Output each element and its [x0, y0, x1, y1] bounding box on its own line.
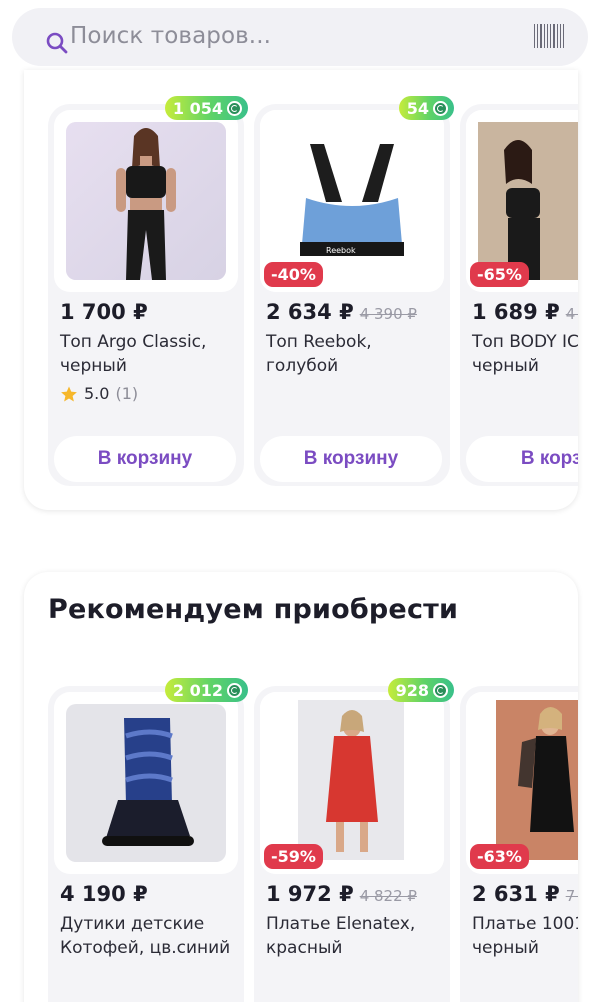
product-photo	[66, 122, 226, 280]
add-to-cart-button[interactable]: В корзи	[466, 436, 578, 482]
cashback-badge: 1 054	[164, 96, 248, 120]
product-card[interactable]: -65% 1 689 ₽ 4 8( Топ BODY IC( черный В …	[460, 104, 578, 486]
svg-text:Reebok: Reebok	[326, 246, 356, 255]
rating: 5.0 (1)	[60, 384, 138, 403]
coin-icon	[433, 682, 448, 698]
cashback-amount: 1 054	[172, 98, 223, 118]
rating-count: (1)	[115, 384, 139, 403]
price: 2 631 ₽	[472, 882, 560, 906]
products-carousel-1: 1 054 1 700 ₽ Топ Argo Classic, черный 5…	[24, 70, 578, 510]
old-price: 4 390 ₽	[359, 305, 417, 323]
product-card[interactable]: 1 054 1 700 ₽ Топ Argo Classic, черный 5…	[48, 96, 248, 486]
rating-value: 5.0	[84, 384, 110, 403]
price: 1 689 ₽	[472, 300, 560, 324]
discount-badge: -65%	[470, 262, 529, 287]
product-name[interactable]: Топ BODY IC( черный	[472, 330, 578, 378]
price-row: 2 634 ₽ 4 390 ₽	[266, 300, 417, 324]
product-image[interactable]	[54, 692, 238, 874]
price-row: 1 972 ₽ 4 822 ₽	[266, 882, 417, 906]
coin-icon	[227, 682, 242, 698]
carousel-track[interactable]: 2 012 4 190 ₽ Дутики детские Котофей, цв…	[24, 572, 578, 1002]
old-price: 7 1(	[565, 887, 578, 905]
product-name[interactable]: Платье 1001 черный	[472, 912, 578, 960]
recommended-section: Рекомендуем приобрести 2 012 4 190 ₽ Дут	[24, 572, 578, 1002]
price: 1 972 ₽	[266, 882, 354, 906]
product-name[interactable]: Топ Reebok, голубой	[266, 330, 448, 378]
search-bar[interactable]: Поиск товаров...	[12, 8, 588, 66]
product-card[interactable]: Reebok 54 -40% 2 634 ₽ 4 390 ₽ Топ Reebo…	[254, 96, 454, 486]
discount-badge: -59%	[264, 844, 323, 869]
cashback-badge: 2 012	[164, 678, 248, 702]
coin-icon	[227, 100, 242, 116]
cashback-amount: 928	[395, 680, 429, 700]
old-price: 4 822 ₽	[359, 887, 417, 905]
product-photo	[66, 704, 226, 862]
product-name[interactable]: Платье Elenatex, красный	[266, 912, 448, 960]
product-image[interactable]	[54, 110, 238, 292]
add-to-cart-button[interactable]: В корзину	[260, 436, 442, 482]
cashback-amount: 2 012	[172, 680, 223, 700]
carousel-track[interactable]: 1 054 1 700 ₽ Топ Argo Classic, черный 5…	[24, 70, 578, 510]
price: 1 700 ₽	[60, 300, 148, 324]
product-card[interactable]: 2 012 4 190 ₽ Дутики детские Котофей, цв…	[48, 678, 248, 1002]
cashback-badge: 928	[387, 678, 454, 702]
price-row: 1 689 ₽ 4 8(	[472, 300, 578, 324]
price-row: 2 631 ₽ 7 1(	[472, 882, 578, 906]
product-name[interactable]: Дутики детские Котофей, цв.синий	[60, 912, 242, 960]
price-row: 1 700 ₽	[60, 300, 148, 324]
discount-badge: -63%	[470, 844, 529, 869]
discount-badge: -40%	[264, 262, 323, 287]
old-price: 4 8(	[565, 305, 578, 323]
star-icon	[61, 386, 77, 401]
product-name[interactable]: Топ Argo Classic, черный	[60, 330, 242, 378]
cashback-amount: 54	[406, 98, 429, 118]
coin-icon	[433, 100, 448, 116]
price-row: 4 190 ₽	[60, 882, 148, 906]
cashback-badge: 54	[398, 96, 454, 120]
barcode-icon[interactable]	[534, 24, 564, 48]
product-card[interactable]: 928 -59% 1 972 ₽ 4 822 ₽ Платье Elenatex…	[254, 678, 454, 1002]
add-to-cart-button[interactable]: В корзину	[54, 436, 236, 482]
product-card[interactable]: -63% 2 631 ₽ 7 1( Платье 1001 черный	[460, 686, 578, 1002]
search-input[interactable]: Поиск товаров...	[70, 23, 271, 49]
price: 4 190 ₽	[60, 882, 148, 906]
price: 2 634 ₽	[266, 300, 354, 324]
search-icon	[46, 32, 68, 54]
